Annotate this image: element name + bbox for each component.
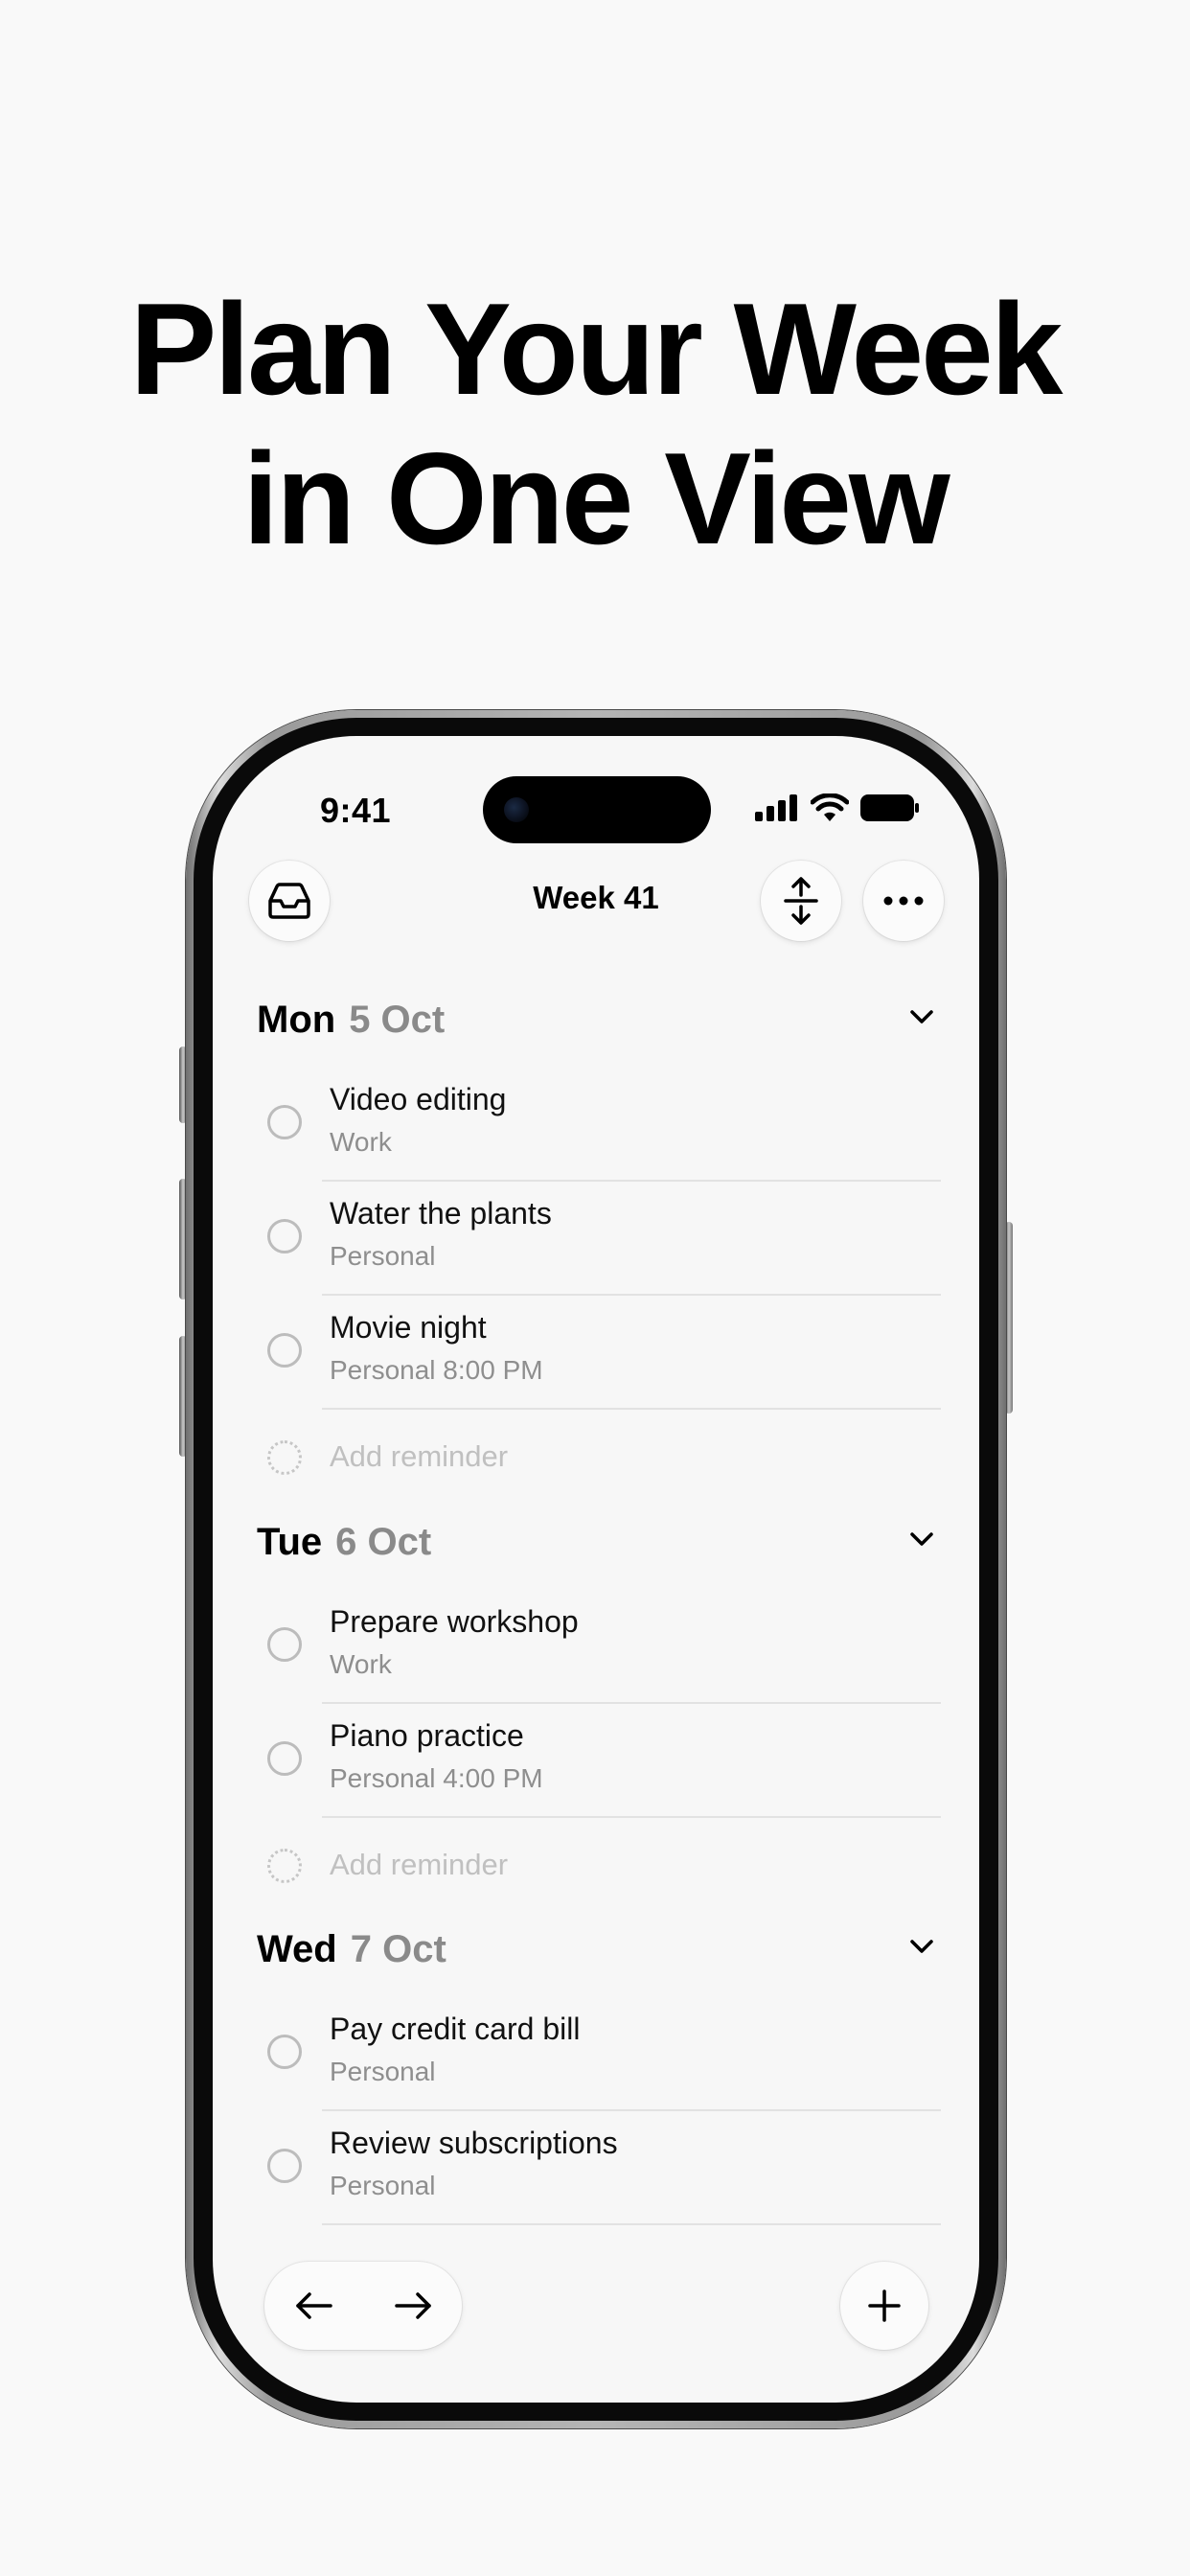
task-title: Piano practice [330, 1718, 524, 1753]
task-meta: Personal 4:00 PM [330, 1763, 543, 1793]
phone-screen: 9:41 Week 41 Mon 5 Oct Video editing Wor… [213, 736, 979, 2403]
arrow-left-icon [295, 2292, 332, 2319]
task-meta: Personal [330, 1241, 436, 1271]
plus-icon [868, 2289, 901, 2322]
task-title: Review subscriptions [330, 2126, 618, 2160]
task-checkbox[interactable] [267, 1627, 302, 1662]
headline-line-2: in One View [242, 426, 950, 571]
add-reminder-label: Add reminder [330, 1439, 509, 1473]
task-meta: Personal [330, 2171, 436, 2200]
task-meta: Personal 8:00 PM [330, 1355, 543, 1385]
day-name: Tue [257, 1520, 323, 1563]
task-row[interactable]: Water the plants Personal [213, 1182, 979, 1296]
marketing-headline: Plan Your Week in One View [0, 274, 1190, 573]
task-checkbox[interactable] [267, 2149, 302, 2183]
expand-collapse-icon [784, 877, 818, 925]
week-title: Week 41 [533, 880, 659, 915]
add-reminder-row[interactable]: Add reminder [213, 1410, 979, 1506]
add-reminder-circle-icon [267, 1440, 302, 1475]
task-title: Water the plants [330, 1196, 552, 1230]
task-checkbox[interactable] [267, 1219, 302, 1254]
inbox-button[interactable] [249, 861, 330, 941]
add-task-button[interactable] [840, 2262, 928, 2350]
task-row[interactable]: Movie night Personal 8:00 PM [213, 1296, 979, 1410]
task-meta: Work [330, 1649, 392, 1679]
add-reminder-label: Add reminder [330, 1848, 509, 1881]
task-checkbox[interactable] [267, 1741, 302, 1776]
task-row[interactable]: Piano practice Personal 4:00 PM [213, 1704, 979, 1818]
chevron-down-icon[interactable] [908, 1938, 935, 1955]
app-store-screenshot: Plan Your Week in One View 9:41 Week 41 … [0, 0, 1190, 2576]
task-meta: Work [330, 1127, 392, 1157]
day-header-tue[interactable]: Tue 6 Oct [257, 1513, 935, 1571]
inbox-tray-icon [268, 883, 310, 919]
divider [322, 2223, 941, 2225]
chevron-down-icon[interactable] [908, 1530, 935, 1548]
task-title: Movie night [330, 1310, 487, 1345]
day-date: 7 Oct [350, 1927, 446, 1970]
battery-icon [860, 794, 919, 821]
task-title: Prepare workshop [330, 1604, 579, 1639]
add-reminder-circle-icon [267, 1849, 302, 1883]
task-checkbox[interactable] [267, 2035, 302, 2069]
task-checkbox[interactable] [267, 1333, 302, 1368]
dynamic-island [483, 776, 711, 843]
power-button [1005, 1222, 1013, 1414]
chevron-down-icon[interactable] [908, 1008, 935, 1025]
day-name: Mon [257, 998, 336, 1041]
add-reminder-row[interactable]: Add reminder [213, 1818, 979, 1914]
more-ellipsis-icon [883, 896, 924, 906]
previous-week-button[interactable] [264, 2262, 363, 2350]
more-options-button[interactable] [863, 861, 944, 941]
day-name: Wed [257, 1927, 337, 1970]
task-row[interactable]: Video editing Work [213, 1068, 979, 1182]
arrow-right-icon [394, 2292, 431, 2319]
task-meta: Personal [330, 2057, 436, 2086]
front-camera-icon [504, 797, 529, 822]
day-date: 5 Oct [349, 998, 446, 1041]
task-checkbox[interactable] [267, 1105, 302, 1139]
task-row[interactable]: Pay credit card bill Personal [213, 1997, 979, 2111]
task-title: Video editing [330, 1082, 507, 1116]
status-time: 9:41 [320, 791, 392, 830]
day-header-wed[interactable]: Wed 7 Oct [257, 1920, 935, 1978]
task-row[interactable]: Review subscriptions Personal [213, 2111, 979, 2225]
day-date: 6 Oct [335, 1520, 432, 1563]
cellular-signal-icon [755, 794, 797, 821]
status-icons [755, 794, 920, 822]
expand-collapse-button[interactable] [761, 861, 841, 941]
headline-line-1: Plan Your Week [129, 276, 1064, 422]
task-row[interactable]: Prepare workshop Work [213, 1590, 979, 1704]
task-title: Pay credit card bill [330, 2012, 581, 2046]
week-navigation-pill [264, 2262, 462, 2350]
wifi-icon [811, 794, 849, 821]
day-header-mon[interactable]: Mon 5 Oct [257, 991, 935, 1048]
next-week-button[interactable] [363, 2262, 462, 2350]
